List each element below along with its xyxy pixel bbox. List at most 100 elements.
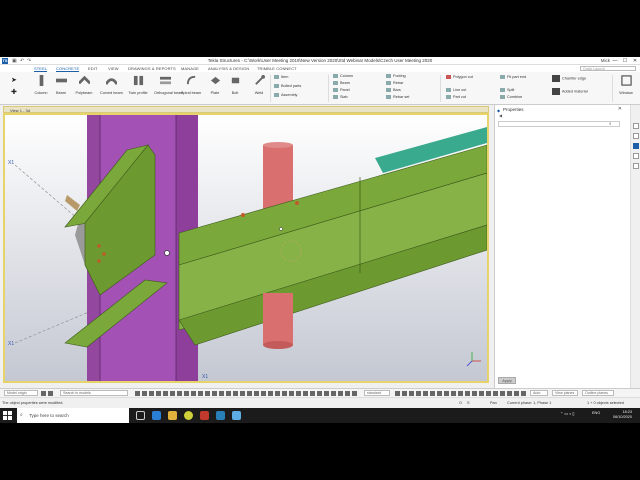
model-viewport[interactable]: X1 X1 X1: [3, 113, 489, 383]
select-switch-icon[interactable]: [205, 391, 210, 396]
properties-search-input[interactable]: [498, 121, 620, 127]
rebar-set-tool[interactable]: Rebar set: [386, 95, 409, 99]
spiral-beam-tool[interactable]: Spiral beam: [180, 75, 202, 95]
close-button[interactable]: ✕: [630, 57, 640, 65]
powerpoint-icon[interactable]: [200, 411, 209, 420]
select-switch-icon[interactable]: [177, 391, 182, 396]
concrete-column-tool[interactable]: Column: [333, 74, 353, 78]
part-cut-tool[interactable]: Part cut: [446, 95, 466, 99]
snap-switch-icon[interactable]: [303, 391, 308, 396]
search-icon[interactable]: ⌕: [609, 121, 612, 126]
snap-switch-icon[interactable]: [338, 391, 343, 396]
select-switch-icon[interactable]: [240, 391, 245, 396]
select-switch-icon[interactable]: [212, 391, 217, 396]
snap-switch-icon[interactable]: [317, 391, 322, 396]
select-switch-icon[interactable]: [268, 391, 273, 396]
edge-icon[interactable]: [152, 411, 161, 420]
snap-switch-icon[interactable]: [444, 391, 449, 396]
quick-launch-input[interactable]: Quick Launch: [580, 66, 636, 71]
polybeam-tool[interactable]: Polybeam: [73, 75, 95, 95]
bolted-parts-tool[interactable]: Bolted parts: [274, 84, 301, 88]
pointer-plus-icon[interactable]: ✚: [11, 88, 17, 96]
footing-tool[interactable]: Footing: [386, 74, 406, 78]
side-tab-icon[interactable]: [633, 133, 639, 139]
side-tab-icon[interactable]: [633, 153, 639, 159]
snap-icon[interactable]: [48, 391, 53, 396]
snap-switch-icon[interactable]: [409, 391, 414, 396]
select-switch-icon[interactable]: [219, 391, 224, 396]
panel-tool[interactable]: Panel: [333, 88, 350, 92]
properties-side-tab-icon[interactable]: [633, 143, 639, 149]
bars-tool[interactable]: Bars: [386, 88, 401, 92]
outline-planes-select[interactable]: Outline planes: [582, 390, 614, 396]
work-plane-select[interactable]: Model origin: [4, 390, 38, 396]
user-name[interactable]: Mick: [601, 58, 610, 63]
snap-switch-icon[interactable]: [416, 391, 421, 396]
close-properties-icon[interactable]: ✕: [618, 106, 622, 112]
snap-switch-icon[interactable]: [423, 391, 428, 396]
view-planes-select[interactable]: View planes: [552, 390, 578, 396]
task-view-icon[interactable]: [136, 411, 145, 420]
windows-start-icon[interactable]: [3, 411, 12, 420]
snap-switch-icon[interactable]: [507, 391, 512, 396]
model-search-input[interactable]: Search in models: [60, 390, 128, 396]
snap-switch-icon[interactable]: [402, 391, 407, 396]
select-switch-icon[interactable]: [247, 391, 252, 396]
snap-switch-icon[interactable]: [345, 391, 350, 396]
select-switch-icon[interactable]: [233, 391, 238, 396]
status-s[interactable]: S: [467, 401, 470, 405]
snap-switch-icon[interactable]: [486, 391, 491, 396]
polygon-cut-tool[interactable]: Polygon cut: [446, 75, 473, 79]
tab-analysis-design[interactable]: ANALYSIS & DESIGN: [208, 66, 249, 71]
select-switch-icon[interactable]: [226, 391, 231, 396]
snap-switch-icon[interactable]: [324, 391, 329, 396]
select-switch-icon[interactable]: [184, 391, 189, 396]
combine-tool[interactable]: Combine: [500, 95, 522, 99]
tab-drawings-reports[interactable]: DRAWINGS & REPORTS: [128, 66, 176, 71]
snap-switch-icon[interactable]: [451, 391, 456, 396]
select-switch-icon[interactable]: [254, 391, 259, 396]
line-cut-tool[interactable]: Line cut: [446, 88, 466, 92]
snap-switch-icon[interactable]: [430, 391, 435, 396]
select-switch-icon[interactable]: [170, 391, 175, 396]
item-tool[interactable]: Item: [274, 75, 288, 79]
standard-select[interactable]: standard: [364, 390, 390, 396]
snap-switch-icon[interactable]: [472, 391, 477, 396]
twin-profile-tool[interactable]: Twin profile: [127, 75, 149, 95]
fit-part-end-tool[interactable]: Fit part end: [500, 75, 526, 79]
snap-switch-icon[interactable]: [282, 391, 287, 396]
chamfer-edge-tool[interactable]: Chamfer edge: [552, 75, 586, 82]
select-switch-icon[interactable]: [191, 391, 196, 396]
weld-tool[interactable]: Weld: [248, 75, 270, 95]
auto-select[interactable]: Auto: [530, 390, 548, 396]
view-title-bar[interactable]: View 1 - 3d: [3, 106, 489, 113]
snap-switch-icon[interactable]: [493, 391, 498, 396]
tab-manage[interactable]: MANAGE: [181, 66, 199, 71]
column-tool[interactable]: Column: [30, 75, 52, 95]
tray-icons[interactable]: ⌃ ▭ ◖ ▯: [560, 411, 574, 416]
snap-switch-icon[interactable]: [275, 391, 280, 396]
beam-tool[interactable]: Beam: [50, 75, 72, 95]
select-switch-icon[interactable]: [135, 391, 140, 396]
snap-switch-icon[interactable]: [352, 391, 357, 396]
snap-switch-icon[interactable]: [331, 391, 336, 396]
minimize-button[interactable]: —: [610, 57, 620, 65]
snap-switch-icon[interactable]: [479, 391, 484, 396]
tab-view[interactable]: VIEW: [108, 66, 119, 71]
snap-switch-icon[interactable]: [437, 391, 442, 396]
snap-switch-icon[interactable]: [465, 391, 470, 396]
select-switch-icon[interactable]: [261, 391, 266, 396]
side-tab-icon[interactable]: [633, 123, 639, 129]
snap-switch-icon[interactable]: [310, 391, 315, 396]
maximize-button[interactable]: ☐: [620, 57, 630, 65]
status-o[interactable]: O: [459, 401, 462, 405]
snap-switch-icon[interactable]: [521, 391, 526, 396]
snap-switch-icon[interactable]: [514, 391, 519, 396]
chrome-icon[interactable]: [184, 411, 193, 420]
tab-edit[interactable]: EDIT: [88, 66, 98, 71]
snap-switch-icon[interactable]: [500, 391, 505, 396]
assembly-tool[interactable]: Assembly: [274, 93, 297, 97]
plate-tool[interactable]: Plate: [204, 75, 226, 95]
rebar-tool[interactable]: Rebar: [386, 81, 403, 85]
snap-icon[interactable]: [41, 391, 46, 396]
